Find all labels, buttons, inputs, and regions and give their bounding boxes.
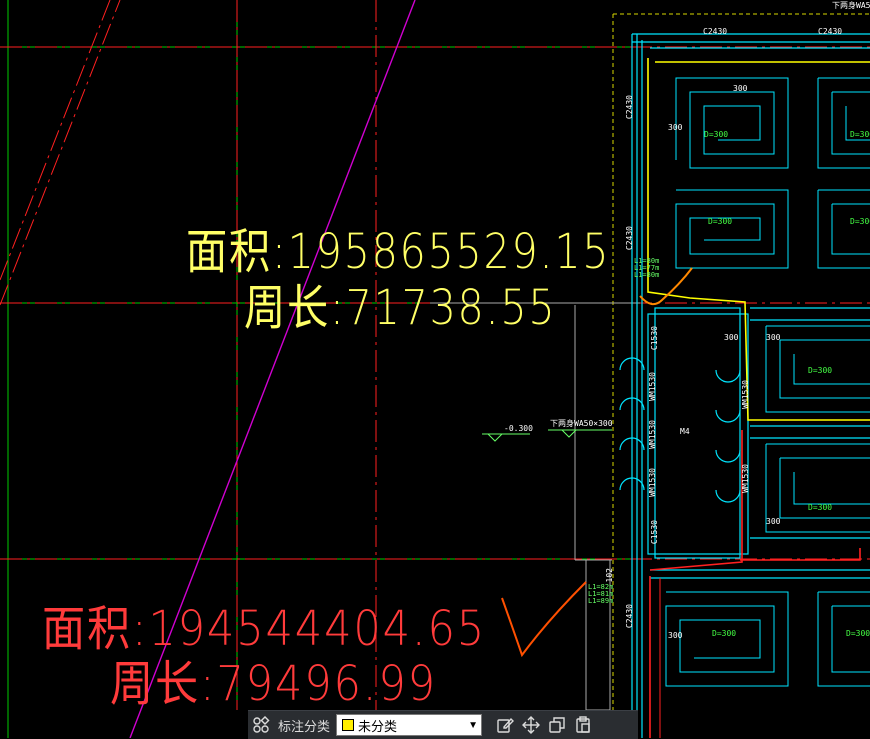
area-annotation-yellow[interactable]: 面积:195865529.15 (186, 228, 610, 276)
loop-length-label: L1=82m L1=81m L1=89m (588, 583, 614, 605)
category-color-swatch (342, 719, 355, 731)
paste-icon[interactable] (570, 712, 596, 738)
dimension-label: 300 (766, 333, 781, 342)
window-label: C2430 (818, 27, 843, 36)
window-label: C1530 (650, 520, 659, 545)
copy-icon[interactable] (544, 712, 570, 738)
check-mark-red (501, 581, 587, 658)
pipe-spacing-label: D=300 (846, 629, 870, 638)
heating-pipes (665, 77, 870, 687)
window-label: WM1530 (741, 380, 750, 409)
window-label: WM1530 (648, 468, 657, 497)
elevation-marker (482, 429, 612, 442)
chevron-down-icon: ▼ (468, 719, 478, 731)
loop-length-label: L1=80m L1=77m L1=80m (634, 257, 660, 279)
perimeter-annotation-red[interactable]: 周长:79496.99 (110, 660, 437, 708)
pipe-spacing-label: D=300 (808, 366, 833, 375)
dimension-label: 300 (668, 631, 683, 640)
pipe-spacing-label: D=300 (708, 217, 733, 226)
room-tag: M4 (680, 427, 690, 436)
window-label: C2430 (625, 226, 634, 251)
category-dropdown[interactable]: 未分类 ▼ (336, 714, 483, 736)
pipe-spacing-label: D=300 (712, 629, 737, 638)
drain-label: 下两身WA50×300 (550, 419, 613, 428)
annotation-toolbar: 标注分类 未分类 ▼ (248, 710, 638, 739)
window-label: C2430 (625, 95, 634, 120)
window-label: C2430 (703, 27, 728, 36)
category-label: 标注分类 (278, 718, 331, 734)
category-value: 未分类 (358, 718, 398, 734)
window-label: WM1530 (741, 464, 750, 493)
dimension-label: 300 (733, 84, 748, 93)
dimension-label: 300 (766, 517, 781, 526)
riser-label: 102 (605, 568, 614, 583)
area-annotation-red[interactable]: 面积:194544404.65 (42, 605, 486, 653)
window-label: WM1530 (648, 372, 657, 401)
window-label: C2430 (625, 604, 634, 629)
elevation-label: -0.300 (504, 424, 533, 433)
perimeter-annotation-yellow[interactable]: 周长:71738.55 (244, 284, 556, 332)
dimension-label: 300 (724, 333, 739, 342)
edit-icon[interactable] (492, 712, 518, 738)
pipe-spacing-label: D=300 (704, 130, 729, 139)
move-icon[interactable] (518, 712, 544, 738)
pipe-spacing-label: D=300 (808, 503, 833, 512)
dimension-label: 300 (668, 123, 683, 132)
window-label: C1530 (650, 326, 659, 351)
grid-icon[interactable] (248, 712, 274, 738)
window-label: WM1530 (648, 420, 657, 449)
pipe-spacing-label: D=300 (850, 217, 870, 226)
drain-label: 下两身WA50 (832, 1, 870, 10)
pipe-spacing-label: D=300 (850, 130, 870, 139)
